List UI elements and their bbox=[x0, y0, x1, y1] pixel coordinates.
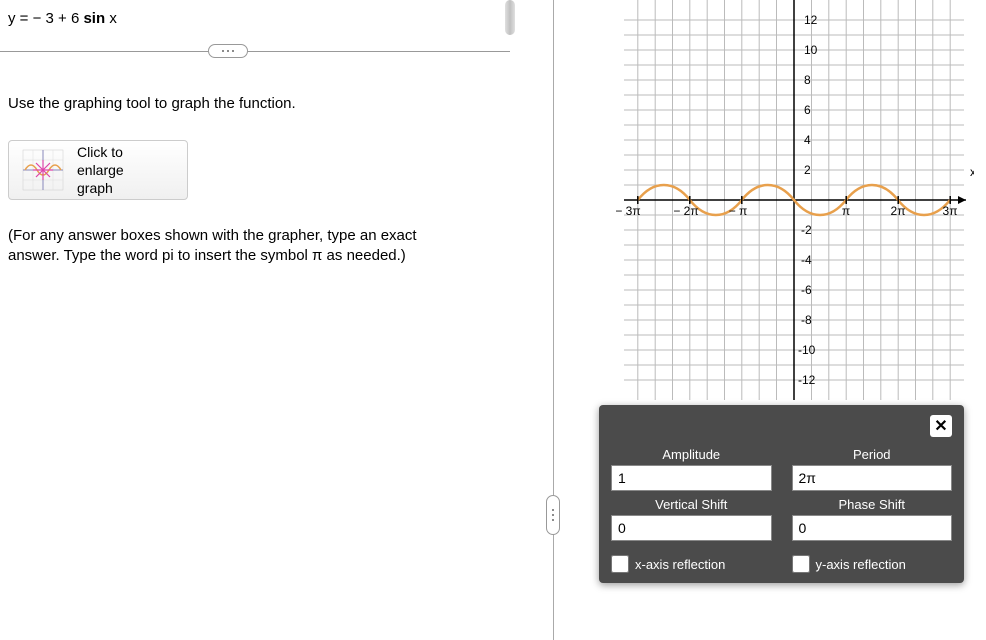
svg-text:− 2π: − 2π bbox=[673, 204, 698, 218]
x-axis-label: x bbox=[970, 165, 974, 179]
svg-text:8: 8 bbox=[804, 73, 811, 87]
y-reflection-checkbox[interactable] bbox=[792, 555, 810, 573]
svg-text:3π: 3π bbox=[943, 204, 958, 218]
period-label: Period bbox=[792, 447, 953, 462]
svg-text:-2: -2 bbox=[801, 223, 812, 237]
svg-text:2π: 2π bbox=[891, 204, 906, 218]
equation-text: y = − 3 + 6 sin x bbox=[8, 8, 537, 29]
enlarge-graph-button[interactable]: Click to enlarge graph bbox=[8, 140, 188, 200]
close-icon[interactable]: ✕ bbox=[930, 415, 952, 437]
phase-shift-input[interactable] bbox=[792, 515, 953, 541]
divider-handle-horizontal[interactable] bbox=[208, 44, 248, 58]
vertical-shift-label: Vertical Shift bbox=[611, 497, 772, 512]
svg-text:-8: -8 bbox=[801, 313, 812, 327]
period-input[interactable] bbox=[792, 465, 953, 491]
svg-text:-4: -4 bbox=[801, 253, 812, 267]
scrollbar-thumb[interactable] bbox=[505, 0, 515, 35]
svg-text:− π: − π bbox=[729, 204, 748, 218]
amplitude-input[interactable] bbox=[611, 465, 772, 491]
enlarge-line2: enlarge bbox=[77, 161, 124, 179]
svg-text:-6: -6 bbox=[801, 283, 812, 297]
x-reflection-label: x-axis reflection bbox=[635, 557, 725, 572]
svg-text:-10: -10 bbox=[798, 343, 816, 357]
graph-canvas[interactable]: x − 3π − 2π − π π 2π 3π 12 10 8 6 4 2 -2… bbox=[614, 0, 974, 400]
enlarge-line1: Click to bbox=[77, 143, 124, 161]
svg-text:− 3π: − 3π bbox=[615, 204, 640, 218]
horizontal-divider bbox=[0, 51, 510, 52]
enlarge-button-label: Click to enlarge graph bbox=[77, 143, 124, 198]
svg-text:12: 12 bbox=[804, 13, 818, 27]
enlarge-line3: graph bbox=[77, 179, 124, 197]
svg-text:π: π bbox=[842, 204, 850, 218]
svg-text:6: 6 bbox=[804, 103, 811, 117]
svg-text:2: 2 bbox=[804, 163, 811, 177]
phase-shift-label: Phase Shift bbox=[792, 497, 953, 512]
svg-text:4: 4 bbox=[804, 133, 811, 147]
instruction-text: Use the graphing tool to graph the funct… bbox=[8, 95, 296, 112]
vertical-shift-input[interactable] bbox=[611, 515, 772, 541]
svg-text:-12: -12 bbox=[798, 373, 816, 387]
equation-content: y = − 3 + 6 sin x bbox=[8, 10, 117, 27]
y-reflection-label: y-axis reflection bbox=[816, 557, 906, 572]
parameters-panel: ✕ Amplitude Period Vertical Shift Phase … bbox=[599, 405, 964, 583]
amplitude-label: Amplitude bbox=[611, 447, 772, 462]
svg-text:10: 10 bbox=[804, 43, 818, 57]
note-text: (For any answer boxes shown with the gra… bbox=[8, 226, 453, 265]
x-reflection-checkbox[interactable] bbox=[611, 555, 629, 573]
enlarge-graph-icon bbox=[19, 146, 67, 194]
